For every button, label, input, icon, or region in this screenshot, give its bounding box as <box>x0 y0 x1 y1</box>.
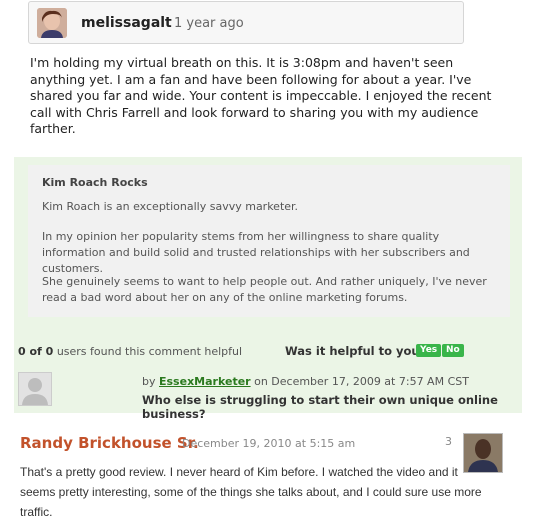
review-title: Kim Roach Rocks <box>42 176 148 189</box>
helpful-count-suffix: users found this comment helpful <box>56 345 243 358</box>
helpful-bar: 0 of 0 users found this comment helpful … <box>14 325 522 421</box>
review-paragraph: In my opinion her popularity stems from … <box>42 230 470 275</box>
comment-text: I'm holding my virtual breath on this. I… <box>30 55 492 136</box>
byline-prefix: by <box>142 375 156 388</box>
review-block: Kim Roach Rocks Kim Roach is an exceptio… <box>14 157 522 325</box>
review-byline: by EssexMarketer on December 17, 2009 at… <box>142 375 469 388</box>
comment-text: That's a pretty good review. I never hea… <box>20 465 482 519</box>
comment-timestamp: 1 year ago <box>174 16 244 31</box>
helpful-question: Was it helpful to you? <box>285 344 427 358</box>
no-button[interactable]: No <box>442 344 464 357</box>
review-paragraph: She genuinely seems to want to help peop… <box>42 275 487 304</box>
reviewer-link[interactable]: EssexMarketer <box>159 375 251 388</box>
helpful-count: 0 of 0 users found this comment helpful <box>18 345 242 358</box>
review-paragraph: Kim Roach is an exceptionally savvy mark… <box>42 200 299 213</box>
comment-header: melissagalt 1 year ago <box>28 1 464 44</box>
review-body: Kim Roach Rocks Kim Roach is an exceptio… <box>28 165 510 317</box>
reviewer-site-title[interactable]: Who else is struggling to start their ow… <box>142 393 522 421</box>
comment-number: 3 <box>445 435 452 448</box>
byline-date: on December 17, 2009 at 7:57 AM CST <box>254 375 469 388</box>
reviewer-avatar[interactable] <box>18 372 52 406</box>
avatar[interactable] <box>37 8 67 38</box>
comment-date: December 19, 2010 at 5:15 am <box>182 437 356 450</box>
comment-username[interactable]: melissagalt <box>81 15 172 31</box>
commenter-name[interactable]: Randy Brickhouse Sr. <box>20 434 199 452</box>
yes-button[interactable]: Yes <box>416 344 442 357</box>
helpful-count-value: 0 of 0 <box>18 345 54 358</box>
